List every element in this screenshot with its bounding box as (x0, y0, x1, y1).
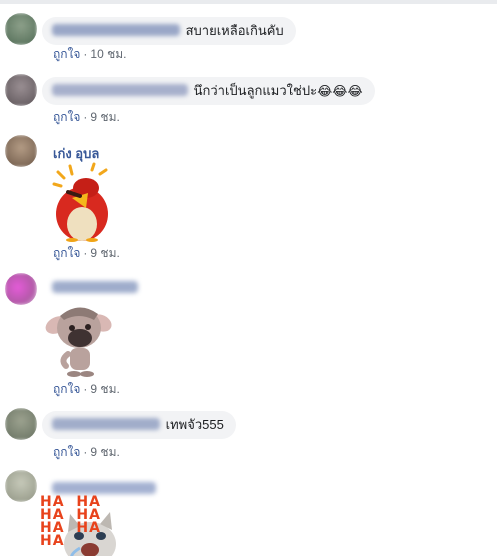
pug-dog-sticker (44, 300, 114, 380)
like-link[interactable]: ถูกใจ (53, 246, 80, 260)
sticker-text: HA HA HA HA HA HA HA (40, 494, 101, 549)
comment-text: นึกว่าเป็นลูกแมวใช่ปะ (193, 83, 318, 98)
avatar[interactable] (5, 13, 37, 45)
separator-dot: · (83, 382, 88, 396)
comment-time[interactable]: 9 ชม. (90, 110, 119, 124)
like-link[interactable]: ถูกใจ (53, 110, 80, 124)
avatar[interactable] (5, 408, 37, 440)
top-divider (0, 0, 497, 4)
separator-dot: · (83, 110, 88, 124)
avatar[interactable] (5, 135, 37, 167)
comment-actions: ถูกใจ · 9 ชม. (53, 244, 120, 263)
comment-text: เทพจัว555 (165, 417, 224, 432)
comment-time[interactable]: 9 ชม. (90, 246, 119, 260)
laughing-emoji-icon: 😂😂😂 (317, 83, 363, 99)
comment-time[interactable]: 9 ชม. (90, 445, 119, 459)
comment-author-blurred[interactable] (52, 418, 160, 431)
comment-actions: ถูกใจ · 10 ชม. (53, 45, 127, 64)
separator-dot: · (83, 47, 88, 61)
comment-author-blurred[interactable] (52, 84, 188, 97)
comment-time[interactable]: 10 ชม. (90, 47, 126, 61)
comment-author[interactable]: เก่ง อุบล (53, 143, 99, 164)
separator-dot: · (83, 246, 88, 260)
comment-bubble: สบายเหลือเกินคับ (42, 17, 296, 45)
separator-dot: · (83, 445, 88, 459)
like-link[interactable]: ถูกใจ (53, 382, 80, 396)
avatar[interactable] (5, 273, 37, 305)
comment-time[interactable]: 9 ชม. (90, 382, 119, 396)
comment-author-blurred[interactable] (52, 24, 180, 37)
comment-author-blurred[interactable] (52, 482, 156, 494)
comment-bubble: นึกว่าเป็นลูกแมวใช่ปะ😂😂😂 (42, 77, 375, 105)
comment-author-blurred[interactable] (52, 281, 138, 293)
comment-bubble: เทพจัว555 (42, 411, 236, 439)
comment-actions: ถูกใจ · 9 ชม. (53, 443, 120, 462)
angry-bird-sticker (50, 162, 114, 242)
comment-actions: ถูกใจ · 9 ชม. (53, 380, 120, 399)
comment-actions: ถูกใจ · 9 ชม. (53, 108, 120, 127)
comment-text: สบายเหลือเกินคับ (185, 23, 284, 38)
laughing-cat-sticker: HA HA HA HA HA HA HA (40, 494, 126, 556)
like-link[interactable]: ถูกใจ (53, 47, 80, 61)
avatar[interactable] (5, 74, 37, 106)
like-link[interactable]: ถูกใจ (53, 445, 80, 459)
avatar[interactable] (5, 470, 37, 502)
